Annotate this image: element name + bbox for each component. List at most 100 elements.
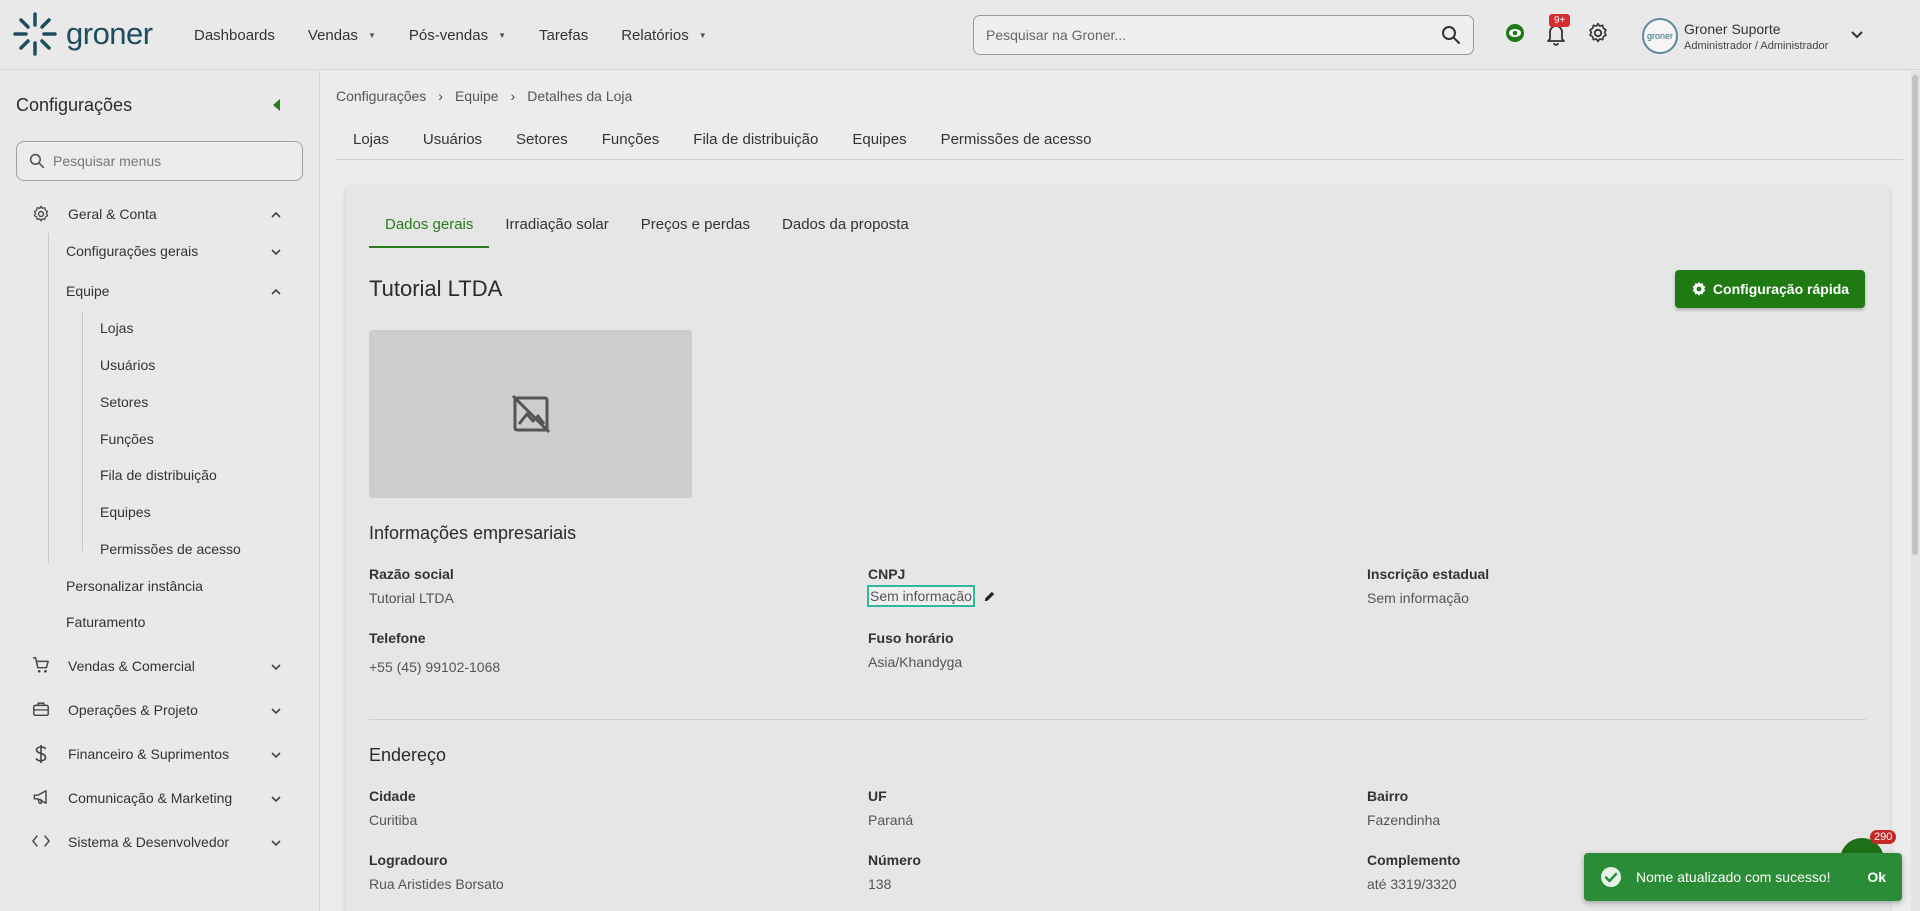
caret-down-icon: ▼ <box>698 30 707 40</box>
tab-usuarios[interactable]: Usuários <box>406 131 499 148</box>
chevron-down-icon[interactable] <box>1850 28 1864 42</box>
tab-equipes[interactable]: Equipes <box>835 131 923 148</box>
cnpj-label: CNPJ <box>868 566 906 582</box>
megaphone-icon <box>33 789 47 805</box>
nav-vendas[interactable]: Vendas ▼ <box>308 27 376 44</box>
fuso-horario-value: Asia/Khandyga <box>868 654 963 670</box>
sidebar-item-setores[interactable]: Setores <box>100 394 148 410</box>
settings-gear-icon[interactable] <box>1587 22 1609 44</box>
fuso-horario-label: Fuso horário <box>868 630 954 646</box>
telefone-value: +55 (45) 99102-1068 <box>369 659 501 675</box>
sidebar-group-operacoes-projeto[interactable]: Operações & Projeto <box>68 702 198 718</box>
business-info-title: Informações empresariais <box>369 523 577 543</box>
search-icon[interactable] <box>1441 25 1461 45</box>
main-nav: Dashboards Vendas ▼ Pós-vendas ▼ Tarefas R… <box>194 0 740 70</box>
address-title: Endereço <box>369 745 447 765</box>
sidebar-item-equipes[interactable]: Equipes <box>100 504 151 520</box>
tab-setores[interactable]: Setores <box>499 131 585 148</box>
sidebar-item-personalizar[interactable]: Personalizar instância <box>66 578 203 594</box>
breadcrumb-current: Detalhes da Loja <box>527 88 633 104</box>
tree-line <box>82 311 83 551</box>
tab-funcoes[interactable]: Funções <box>585 131 677 148</box>
nav-relatorios[interactable]: Relatórios ▼ <box>621 27 706 44</box>
chevron-up-icon[interactable] <box>270 209 282 221</box>
chevron-down-icon[interactable] <box>270 793 282 805</box>
code-icon <box>32 835 50 847</box>
sidebar-item-configuracoes-gerais[interactable]: Configurações gerais <box>66 243 198 259</box>
sidebar-item-lojas[interactable]: Lojas <box>100 320 133 336</box>
complemento-value: até 3319/3320 <box>1367 876 1457 892</box>
nav-dashboards[interactable]: Dashboards <box>194 27 275 44</box>
groner-logo[interactable]: groner <box>12 10 153 58</box>
subtab-irradiacao-solar[interactable]: Irradiação solar <box>489 216 624 248</box>
tab-fila-distribuicao[interactable]: Fila de distribuição <box>676 131 835 148</box>
sidebar-item-permissoes[interactable]: Permissões de acesso <box>100 541 241 557</box>
bairro-label: Bairro <box>1367 788 1409 804</box>
pencil-edit-icon[interactable] <box>983 590 996 603</box>
search-icon <box>29 153 45 169</box>
team-tabs: Lojas Usuários Setores Funções Fila de d… <box>336 120 1903 160</box>
sidebar-group-geral-conta[interactable]: Geral & Conta <box>68 206 157 222</box>
quick-config-button[interactable]: Configuração rápida <box>1675 270 1865 308</box>
caret-down-icon: ▼ <box>498 30 506 40</box>
chevron-down-icon[interactable] <box>270 837 282 849</box>
chevron-down-icon[interactable] <box>270 749 282 761</box>
numero-label: Número <box>868 852 921 868</box>
razao-social-label: Razão social <box>369 566 454 582</box>
sidebar-item-faturamento[interactable]: Faturamento <box>66 614 145 630</box>
gear-icon <box>33 205 49 222</box>
nav-tarefas[interactable]: Tarefas <box>539 27 588 44</box>
avatar-text: groner <box>1646 31 1673 41</box>
cnpj-value[interactable]: Sem informação <box>867 585 975 607</box>
eye-toggle-icon[interactable] <box>1504 22 1526 44</box>
briefcase-icon <box>33 702 49 717</box>
sidebar-group-vendas-comercial[interactable]: Vendas & Comercial <box>68 658 195 674</box>
subtab-precos-perdas[interactable]: Preços e perdas <box>625 216 766 248</box>
store-image-placeholder[interactable] <box>369 330 692 498</box>
inscricao-estadual-label: Inscrição estadual <box>1367 566 1490 582</box>
nav-label: Dashboards <box>194 26 275 44</box>
tab-lojas[interactable]: Lojas <box>336 131 406 148</box>
chevron-right-icon: › <box>438 88 443 104</box>
sidebar-group-financeiro[interactable]: Financeiro & Suprimentos <box>68 746 229 762</box>
uf-label: UF <box>868 788 887 804</box>
logradouro-value: Rua Aristides Borsato <box>369 876 504 892</box>
toast-ok-button[interactable]: Ok <box>1867 869 1886 885</box>
chevron-down-icon[interactable] <box>270 705 282 717</box>
user-role: Administrador / Administrador <box>1684 39 1829 52</box>
nav-label: Tarefas <box>539 26 589 44</box>
sidebar-group-sistema[interactable]: Sistema & Desenvolvedor <box>68 834 229 850</box>
cidade-value: Curitiba <box>369 812 418 828</box>
sidebar-item-funcoes[interactable]: Funções <box>100 431 154 447</box>
toast-message: Nome atualizado com sucesso! <box>1636 869 1831 885</box>
sidebar-group-comunicacao[interactable]: Comunicação & Marketing <box>68 790 232 806</box>
check-circle-icon <box>1601 867 1621 887</box>
sidebar-search[interactable] <box>16 141 303 181</box>
store-name: Tutorial LTDA <box>369 276 503 301</box>
nav-pos-vendas[interactable]: Pós-vendas ▼ <box>409 27 506 44</box>
subtab-dados-gerais[interactable]: Dados gerais <box>369 216 490 248</box>
global-search[interactable] <box>973 15 1474 55</box>
breadcrumb-item[interactable]: Configurações <box>336 88 426 104</box>
detail-subtabs: Dados gerais Irradiação solar Preços e p… <box>369 216 925 248</box>
global-search-input[interactable] <box>986 27 1441 43</box>
breadcrumb-item[interactable]: Equipe <box>455 88 499 104</box>
sidebar-item-equipe[interactable]: Equipe <box>66 283 110 299</box>
user-menu[interactable]: groner Groner Suporte Administrador / Ad… <box>1642 16 1864 56</box>
breadcrumb: Configurações › Equipe › Detalhes da Loj… <box>336 88 632 104</box>
user-info: Groner Suporte Administrador / Administr… <box>1684 21 1828 52</box>
chevron-down-icon[interactable] <box>270 661 282 673</box>
sidebar-item-fila-distribuicao[interactable]: Fila de distribuição <box>100 467 217 483</box>
collapse-sidebar-icon[interactable] <box>273 99 280 111</box>
nav-label: Pós-vendas <box>408 26 489 44</box>
cart-icon <box>32 657 49 673</box>
dollar-icon <box>35 745 47 763</box>
logo-text: groner <box>66 16 153 51</box>
sidebar-item-usuarios[interactable]: Usuários <box>100 357 155 373</box>
page-scrollbar-thumb[interactable] <box>1912 75 1918 555</box>
chevron-up-icon[interactable] <box>270 286 282 298</box>
sidebar-search-input[interactable] <box>53 153 290 169</box>
chevron-down-icon[interactable] <box>270 246 282 258</box>
subtab-dados-proposta[interactable]: Dados da proposta <box>766 216 925 248</box>
tab-permissoes[interactable]: Permissões de acesso <box>924 131 1109 148</box>
